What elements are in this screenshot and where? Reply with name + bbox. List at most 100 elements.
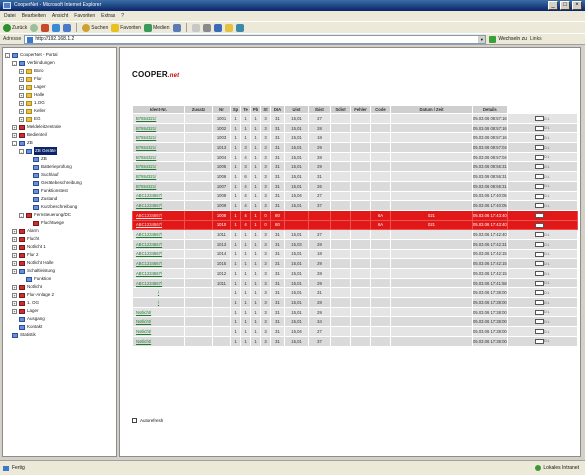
menu-tools[interactable]: Extras — [101, 13, 115, 19]
menu-edit[interactable]: Bearbeiten — [22, 13, 46, 19]
edit-icon[interactable] — [213, 23, 222, 32]
details-icon[interactable] — [535, 280, 545, 286]
expand-icon[interactable]: + — [12, 268, 17, 274]
details-cell[interactable]: D L — [506, 180, 579, 192]
expand-icon[interactable]: + — [19, 116, 24, 122]
details-cell[interactable]: D L — [506, 306, 579, 318]
forward-button[interactable] — [30, 23, 39, 32]
details-icon[interactable] — [535, 125, 545, 131]
tree-node[interactable]: + Flucht — [5, 235, 114, 243]
tree-node[interactable]: Funktion — [5, 275, 114, 283]
collapse-icon[interactable]: - — [19, 212, 24, 218]
details-cell[interactable]: D L — [506, 151, 579, 163]
tree-node[interactable]: Batterieprüfung — [5, 163, 114, 171]
tree-node[interactable]: Funktionstest — [5, 187, 114, 195]
tree-node[interactable]: + Büro — [5, 67, 114, 75]
menu-help[interactable]: ? — [121, 13, 124, 19]
details-cell[interactable]: D L — [506, 248, 579, 260]
collapse-icon[interactable]: - — [12, 60, 17, 66]
details-cell[interactable]: D L — [506, 229, 579, 240]
messenger-icon[interactable] — [235, 23, 244, 32]
tree-node[interactable]: Gerätebeschreibung — [5, 179, 114, 187]
folder-icon[interactable] — [224, 23, 233, 32]
menu-favorites[interactable]: Favoriten — [74, 13, 95, 19]
tree-node[interactable]: Zustand — [5, 195, 114, 203]
close-button[interactable]: × — [572, 1, 582, 10]
go-button[interactable]: Wechseln zu — [489, 35, 527, 43]
expand-icon[interactable]: + — [12, 300, 17, 306]
tree-node[interactable]: ZB — [5, 155, 114, 163]
ident-link[interactable]: B7654321/ — [132, 122, 185, 134]
expand-icon[interactable]: + — [12, 236, 17, 242]
tree-node[interactable]: + Flur — [5, 75, 114, 83]
ident-link[interactable]: B7654321/ — [132, 151, 185, 163]
ident-link[interactable]: B7654321/ — [132, 171, 185, 182]
details-icon[interactable] — [535, 174, 545, 180]
expand-icon[interactable]: + — [12, 244, 17, 250]
ident-link[interactable]: Notlicht/ — [132, 326, 185, 337]
details-icon[interactable] — [535, 203, 545, 209]
tree-node[interactable]: + Halle — [5, 91, 114, 99]
ident-link[interactable]: ABC1234567/ — [132, 238, 185, 250]
tree-node[interactable]: + Flur 2 — [5, 251, 114, 259]
details-icon[interactable] — [535, 309, 545, 315]
details-cell[interactable]: D L — [506, 287, 579, 299]
details-cell[interactable]: D L — [506, 209, 579, 221]
history-icon[interactable] — [172, 23, 181, 32]
ident-link[interactable]: ABC1234567/ — [132, 190, 185, 202]
details-cell[interactable]: D L — [506, 142, 579, 153]
menu-view[interactable]: Ansicht — [52, 13, 68, 19]
expand-icon[interactable]: + — [12, 260, 17, 266]
tree-node[interactable]: Statistik — [5, 331, 114, 339]
tree-node[interactable]: - Fernsteuerung/DC — [5, 211, 114, 219]
links-button[interactable]: Links — [530, 36, 542, 42]
details-cell[interactable]: D L — [506, 297, 579, 308]
ident-link[interactable]: / — [132, 287, 185, 299]
tree-node[interactable]: + Schaltleistung — [5, 267, 114, 275]
chevron-down-icon[interactable]: ▼ — [478, 35, 486, 43]
expand-icon[interactable]: + — [19, 108, 24, 114]
tree-node[interactable]: Kurzbeschreibung — [5, 203, 114, 211]
details-icon[interactable] — [535, 193, 545, 199]
tree-node[interactable]: + Bedienteil — [5, 131, 114, 139]
details-icon[interactable] — [535, 271, 545, 277]
ident-link[interactable]: ABC1234567/ — [132, 219, 185, 231]
ident-link[interactable]: ABC1234567/ — [132, 277, 185, 289]
details-cell[interactable]: D L — [506, 200, 579, 211]
collapse-icon[interactable]: - — [19, 148, 24, 154]
details-cell[interactable]: D L — [506, 190, 579, 202]
tree-node[interactable]: + Lager — [5, 83, 114, 91]
tree-node[interactable]: + Alarm — [5, 227, 114, 235]
tree-node[interactable]: - ZB Geräte — [5, 147, 114, 155]
details-icon[interactable] — [535, 222, 545, 228]
tree-node[interactable]: + Meldeleitzentrale — [5, 123, 114, 131]
print-icon[interactable] — [202, 23, 211, 32]
expand-icon[interactable]: + — [12, 252, 17, 258]
home-icon[interactable] — [63, 23, 72, 32]
details-icon[interactable] — [535, 261, 545, 267]
details-cell[interactable]: D L — [506, 326, 579, 337]
tree-node[interactable]: +1. OG — [5, 299, 114, 307]
details-icon[interactable] — [535, 154, 545, 160]
ident-link[interactable]: ABC1234567/ — [132, 248, 185, 260]
expand-icon[interactable]: + — [12, 292, 17, 298]
collapse-icon[interactable]: - — [12, 140, 17, 146]
tree-node[interactable]: - CooperNet - Portal — [5, 51, 114, 59]
refresh-icon[interactable] — [52, 23, 61, 32]
menu-file[interactable]: Datei — [4, 13, 16, 19]
ident-link[interactable]: ABC1234567/ — [132, 200, 185, 211]
details-icon[interactable] — [535, 338, 545, 344]
ident-link[interactable]: Notlicht/ — [132, 306, 185, 318]
expand-icon[interactable]: + — [12, 132, 17, 138]
tree-node[interactable]: + Lager — [5, 307, 114, 315]
collapse-icon[interactable]: - — [5, 52, 10, 58]
details-cell[interactable]: D L — [506, 238, 579, 250]
details-cell[interactable]: D L — [506, 132, 579, 144]
details-icon[interactable] — [535, 183, 545, 189]
expand-icon[interactable]: + — [12, 228, 17, 234]
tree-node[interactable]: + Notlicht — [5, 283, 114, 291]
expand-icon[interactable]: + — [19, 100, 24, 106]
checkbox-box[interactable] — [132, 418, 137, 423]
maximize-button[interactable]: □ — [560, 1, 570, 10]
details-cell[interactable]: D L — [506, 268, 579, 279]
